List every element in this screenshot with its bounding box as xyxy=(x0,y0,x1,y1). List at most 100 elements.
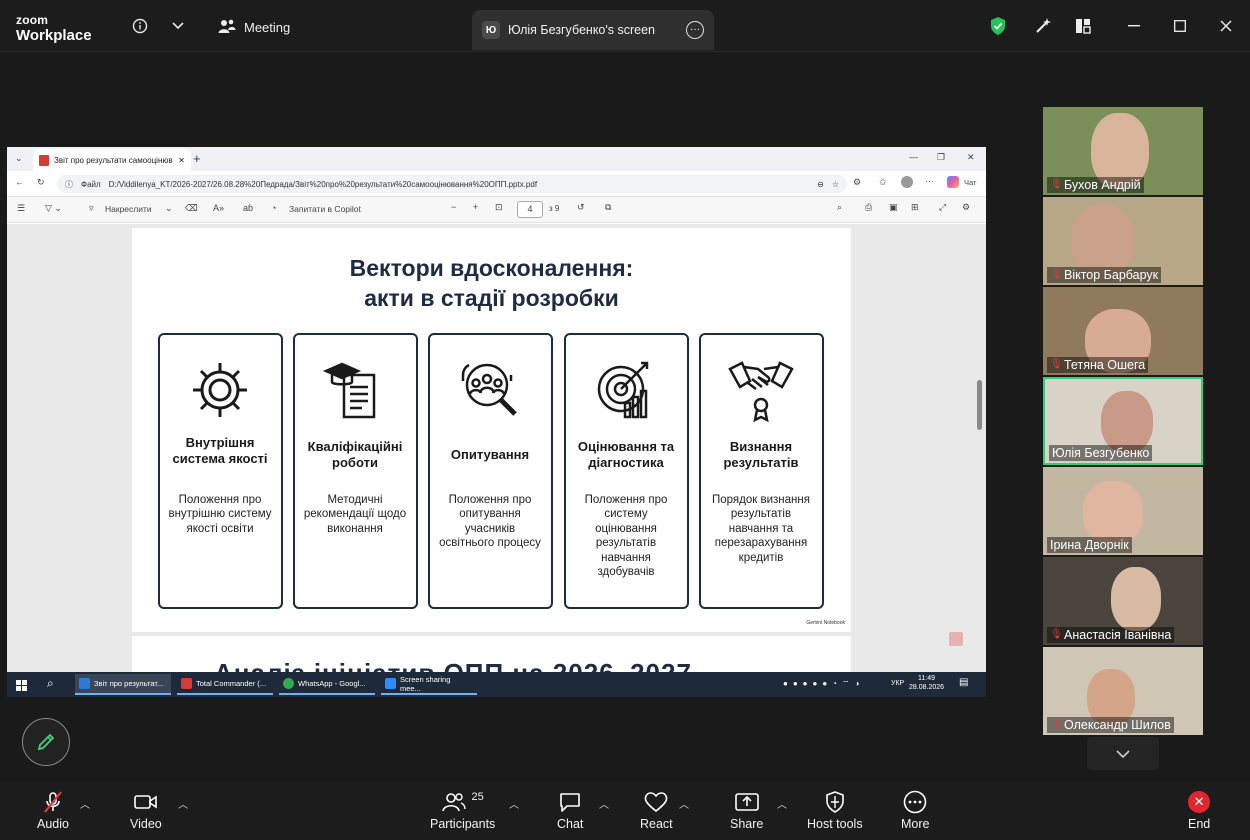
draw-label[interactable]: Накреслити xyxy=(105,204,152,214)
save-as-icon[interactable]: ⊞ xyxy=(911,202,919,213)
taskbar-app-label: Screen sharing mee... xyxy=(399,674,451,693)
participant-tile[interactable]: 🎙︎ Віктор Барбарук xyxy=(1043,197,1203,285)
new-tab-icon[interactable]: + xyxy=(193,151,201,166)
maximize-icon[interactable] xyxy=(1170,16,1190,36)
participant-video xyxy=(1071,205,1135,275)
browser-restore-icon[interactable]: ❐ xyxy=(937,152,945,163)
taskbar-app-chrome[interactable]: WhatsApp - Googl... xyxy=(279,674,375,695)
zoom-in-icon[interactable]: + xyxy=(473,202,478,212)
gallery-expand-button[interactable] xyxy=(1087,737,1159,770)
scrollbar-thumb[interactable] xyxy=(977,380,982,430)
more-options-icon[interactable]: ··· xyxy=(686,21,704,39)
annotate-button[interactable] xyxy=(22,718,70,766)
host-tools-button[interactable]: Host tools xyxy=(807,790,863,831)
tab-list-icon[interactable]: ⌄ xyxy=(15,153,23,164)
participant-tile[interactable]: 🎙︎ Тетяна Ошега xyxy=(1043,287,1203,375)
print-icon[interactable]: ⎙ xyxy=(865,202,872,213)
rotate-icon[interactable]: ↺ xyxy=(577,202,585,213)
chat-options-chevron-icon[interactable]: ︿ xyxy=(599,796,609,811)
system-tray-icons[interactable]: ●●●●●◔⌔◑ xyxy=(783,679,864,689)
info-icon[interactable] xyxy=(130,16,150,36)
card-description: Порядок визнання результатів навчання та… xyxy=(712,494,810,564)
browser-tab[interactable]: Звіт про результати самооцінюв ✕ xyxy=(33,149,191,171)
card-description: Методичні рекомендації щодо виконання xyxy=(303,494,407,535)
read-aloud-icon[interactable]: A» xyxy=(213,203,224,213)
pdf-scrollbar[interactable] xyxy=(977,230,983,666)
shield-check-icon[interactable] xyxy=(988,16,1008,36)
participant-tile[interactable]: 🎙︎ Бухов Андрій xyxy=(1043,107,1203,195)
extensions-icon[interactable]: ⚙ xyxy=(853,177,861,188)
screen-share-tab[interactable]: Ю Юлія Безгубенко's screen ··· xyxy=(472,10,714,50)
save-icon[interactable]: ▣ xyxy=(889,202,898,213)
card-description: Положення про внутрішню систему якості о… xyxy=(168,494,272,535)
shared-screen: ⌄ Звіт про результати самооцінюв ✕ + — ❐… xyxy=(7,147,986,697)
favorites-icon[interactable]: ✩ xyxy=(879,177,887,188)
search-icon[interactable]: ⌕ xyxy=(837,202,842,213)
address-text: D:/Viddilenya_KT/2026-2027/26.08.28%20Пе… xyxy=(108,179,538,189)
video-options-chevron-icon[interactable]: ︿ xyxy=(178,796,188,811)
back-icon[interactable]: ← xyxy=(15,177,24,187)
tab-close-icon[interactable]: ✕ xyxy=(178,156,185,165)
contents-icon[interactable]: ☰ xyxy=(17,203,25,214)
page-number-input[interactable]: 4 xyxy=(517,201,543,218)
address-bar[interactable]: ⓘ Файл D:/Viddilenya_KT/2026-2027/26.08.… xyxy=(57,175,847,193)
fit-page-icon[interactable]: ⊡ xyxy=(495,202,503,213)
video-button[interactable]: Video xyxy=(130,790,162,831)
audio-button[interactable]: Audio xyxy=(37,790,69,831)
participants-button[interactable]: 25 Participants xyxy=(430,790,495,831)
close-icon[interactable] xyxy=(1216,16,1236,36)
taskbar-app-edge[interactable]: Звіт про результат... xyxy=(75,674,171,695)
meeting-button[interactable]: Meeting xyxy=(218,18,290,37)
notifications-icon[interactable]: ▤ xyxy=(959,677,968,688)
highlight-icon[interactable]: ▽ ⌄ xyxy=(45,203,62,214)
acrobat-icon[interactable] xyxy=(949,632,963,646)
participants-options-chevron-icon[interactable]: ︿ xyxy=(509,796,519,811)
taskbar-search-icon[interactable]: ⌕ xyxy=(47,676,54,691)
copilot-icon[interactable] xyxy=(947,176,959,188)
keyboard-language[interactable]: УКР xyxy=(891,680,904,687)
copilot-label[interactable]: Запитати в Copilot xyxy=(289,204,361,214)
share-options-chevron-icon[interactable]: ︿ xyxy=(777,796,787,811)
taskbar-app-total-commander[interactable]: Total Commander (... xyxy=(177,674,273,695)
settings-icon[interactable]: ⚙ xyxy=(962,202,970,213)
participant-tile-active-speaker[interactable]: Юлія Безгубенко xyxy=(1043,377,1203,465)
browser-chat-label[interactable]: Чат xyxy=(964,178,976,187)
profile-avatar[interactable] xyxy=(901,176,913,188)
copilot-ask-icon[interactable]: ◔ xyxy=(271,203,276,213)
refresh-icon[interactable]: ↻ xyxy=(37,177,45,188)
clock[interactable]: 11:49 28.08.2026 xyxy=(909,674,944,693)
participant-tile[interactable]: 🎙︎ Анастасія Іванівна xyxy=(1043,557,1203,645)
card-surveys: Опитування Положення про опитування учас… xyxy=(428,333,553,609)
fullscreen-icon[interactable]: ⤢ xyxy=(939,202,946,213)
browser-tab-strip: ⌄ Звіт про результати самооцінюв ✕ + — ❐… xyxy=(7,147,986,171)
react-options-chevron-icon[interactable]: ︿ xyxy=(679,796,689,811)
zoom-out-icon[interactable]: − xyxy=(451,202,456,212)
page-view-icon[interactable]: ⧉ xyxy=(605,202,611,213)
draw-icon[interactable]: ▿ xyxy=(89,203,94,214)
windows-start-icon[interactable] xyxy=(16,678,27,696)
participant-tile[interactable]: Ірина Дворнік xyxy=(1043,467,1203,555)
pdf-viewport[interactable]: Вектори вдосконалення: акти в стадії роз… xyxy=(7,224,986,676)
chevron-down-icon[interactable] xyxy=(168,16,188,36)
translate-icon[interactable]: аɓ xyxy=(243,203,253,213)
menu-dots-icon[interactable]: ··· xyxy=(925,176,934,186)
favorite-icon[interactable]: ☆ xyxy=(832,180,839,189)
layout-icon[interactable] xyxy=(1073,16,1093,36)
react-button[interactable]: React xyxy=(640,790,673,831)
logo-line1: zoom xyxy=(16,13,49,27)
participant-tile[interactable]: 🎙︎ Олександр Шилов xyxy=(1043,647,1203,735)
eraser-icon[interactable]: ⌫ xyxy=(185,203,198,214)
taskbar-app-zoom[interactable]: Screen sharing mee... xyxy=(381,674,477,695)
end-button[interactable]: ✕ End xyxy=(1188,790,1210,831)
draw-dropdown-icon[interactable]: ⌄ xyxy=(165,203,173,214)
share-button[interactable]: Share xyxy=(730,790,763,831)
browser-close-icon[interactable]: ✕ xyxy=(967,152,975,163)
minimize-icon[interactable] xyxy=(1124,16,1144,36)
ai-companion-icon[interactable] xyxy=(1033,16,1053,36)
participant-name: Бухов Андрій xyxy=(1064,178,1141,192)
zoom-page-icon[interactable]: ⊖ xyxy=(817,180,824,189)
audio-options-chevron-icon[interactable]: ︿ xyxy=(80,796,90,811)
browser-minimize-icon[interactable]: — xyxy=(909,152,918,162)
chat-button[interactable]: Chat xyxy=(557,790,583,831)
more-button[interactable]: More xyxy=(901,790,929,831)
